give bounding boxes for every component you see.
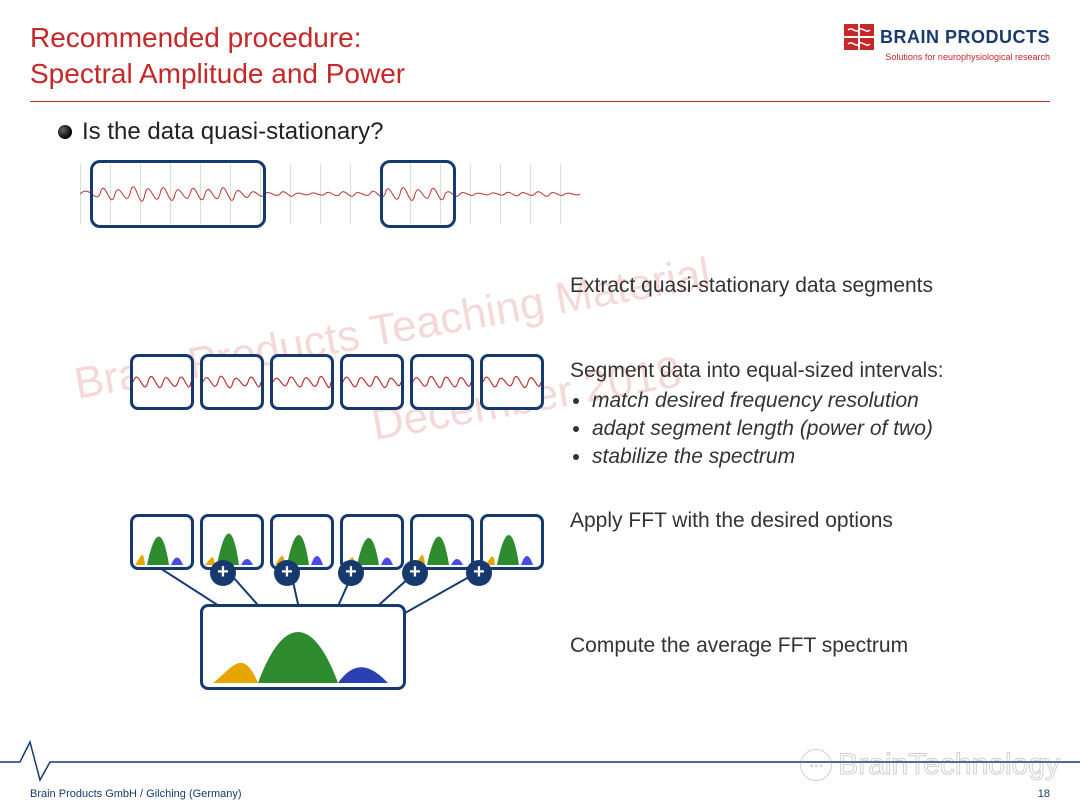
segment-6	[480, 354, 544, 410]
slide-container: Recommended procedure: Spectral Amplitud…	[0, 0, 1080, 810]
step-segment-intro: Segment data into equal-sized intervals:	[570, 359, 1070, 383]
footer-company: Brain Products GmbH / Gilching (Germany)	[30, 788, 242, 800]
segment-5	[410, 354, 474, 410]
segment-3	[270, 354, 334, 410]
segment-boxes	[130, 354, 544, 410]
seg-item-2: adapt segment length (power of two)	[592, 415, 1070, 443]
question-bullet: Is the data quasi-stationary?	[58, 118, 1050, 146]
content-area: Brain Products Teaching Material Decembe…	[30, 164, 1050, 724]
plus-icon: +	[466, 560, 492, 586]
average-spectrum-box	[200, 604, 406, 690]
plus-icon: +	[210, 560, 236, 586]
brand-logo: BRAIN PRODUCTS Solutions for neurophysio…	[844, 20, 1050, 62]
logo-tagline: Solutions for neurophysiological researc…	[844, 52, 1050, 62]
selection-box-2	[380, 160, 456, 228]
selection-box-1	[90, 160, 266, 228]
title-line-1: Recommended procedure:	[30, 20, 405, 56]
title-line-2: Spectral Amplitude and Power	[30, 56, 405, 92]
step-extract: Extract quasi-stationary data segments	[570, 274, 1070, 298]
brain-logo-icon	[844, 24, 874, 50]
step-segment-list: match desired frequency resolution adapt…	[570, 387, 1070, 472]
step-average: Compute the average FFT spectrum	[570, 634, 1070, 658]
footer-page-number: 18	[1038, 788, 1050, 800]
title-block: Recommended procedure: Spectral Amplitud…	[30, 20, 405, 93]
corner-watermark-text: BrainTechnology	[838, 748, 1060, 782]
segment-4	[340, 354, 404, 410]
plus-icon: +	[274, 560, 300, 586]
plus-icon: +	[402, 560, 428, 586]
step-average-text: Compute the average FFT spectrum	[570, 634, 1070, 658]
chat-bubble-icon: ⋯	[800, 749, 832, 781]
bullet-icon	[58, 125, 72, 139]
logo-text: BRAIN PRODUCTS	[880, 27, 1050, 48]
seg-item-3: stabilize the spectrum	[592, 443, 1070, 471]
plus-icon: +	[338, 560, 364, 586]
segment-1	[130, 354, 194, 410]
seg-item-1: match desired frequency resolution	[592, 387, 1070, 415]
fft-1	[130, 514, 194, 570]
step-fft: Apply FFT with the desired options	[570, 509, 1070, 533]
segment-2	[200, 354, 264, 410]
fft-6	[480, 514, 544, 570]
corner-watermark: ⋯ BrainTechnology	[800, 748, 1060, 782]
slide-footer: Brain Products GmbH / Gilching (Germany)…	[0, 788, 1080, 800]
header-divider	[30, 101, 1050, 102]
step-segment: Segment data into equal-sized intervals:…	[570, 359, 1070, 472]
slide-header: Recommended procedure: Spectral Amplitud…	[30, 20, 1050, 93]
footer-wave-icon	[0, 732, 1080, 782]
question-text: Is the data quasi-stationary?	[82, 118, 384, 146]
plus-row: + + + + +	[130, 568, 544, 594]
fft-2	[200, 514, 264, 570]
raw-eeg-strip	[80, 164, 580, 224]
step-extract-text: Extract quasi-stationary data segments	[570, 274, 1070, 298]
step-fft-text: Apply FFT with the desired options	[570, 509, 1070, 533]
